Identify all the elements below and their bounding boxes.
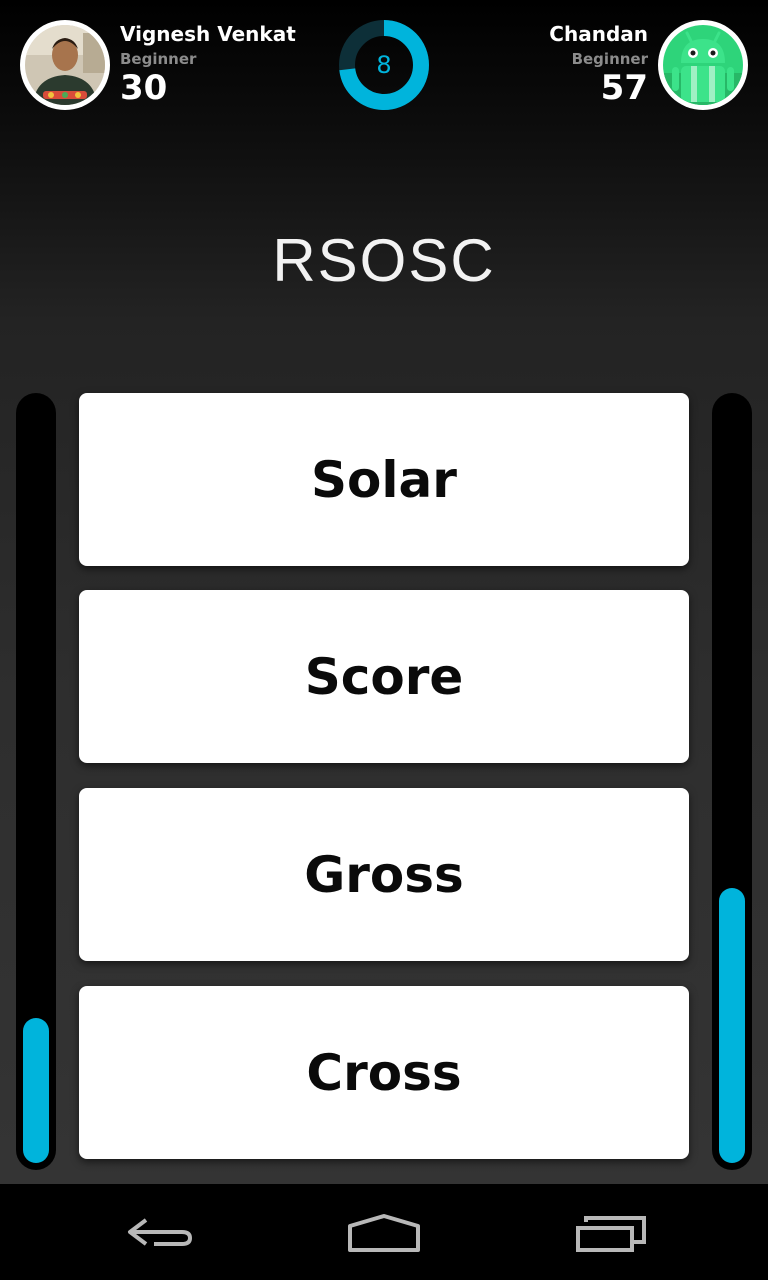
back-arrow-icon [128, 1218, 193, 1246]
player2-avatar[interactable] [658, 20, 748, 110]
player2-score: 57 [600, 68, 648, 108]
player2-name: Chandan [549, 22, 648, 46]
player1-name: Vignesh Venkat [120, 22, 296, 46]
answer-option-1[interactable]: Solar [79, 393, 689, 566]
countdown-timer: 8 [338, 19, 430, 111]
scrambled-word: RSOSC [272, 227, 496, 294]
player1-level: Beginner [120, 50, 197, 68]
person-photo-icon [25, 25, 105, 105]
player2-progress-track [712, 393, 752, 1170]
nav-back-button[interactable] [122, 1204, 196, 1264]
player1-avatar[interactable] [20, 20, 110, 110]
player1-progress-track [16, 393, 56, 1170]
android-robot-icon [663, 25, 743, 105]
player2-level: Beginner [571, 50, 648, 68]
answer-option-2[interactable]: Score [79, 590, 689, 763]
player2-progress-fill [719, 888, 745, 1163]
answer-option-3[interactable]: Gross [79, 788, 689, 961]
recent-apps-icon [576, 1216, 646, 1252]
player1-progress-fill [23, 1018, 49, 1163]
answer-option-4[interactable]: Cross [79, 986, 689, 1159]
nav-home-button[interactable] [344, 1204, 424, 1264]
home-icon [348, 1214, 420, 1252]
player1-score: 30 [120, 68, 168, 108]
timer-value: 8 [376, 51, 392, 79]
nav-recents-button[interactable] [572, 1204, 652, 1264]
system-navigation-bar [0, 1184, 768, 1280]
